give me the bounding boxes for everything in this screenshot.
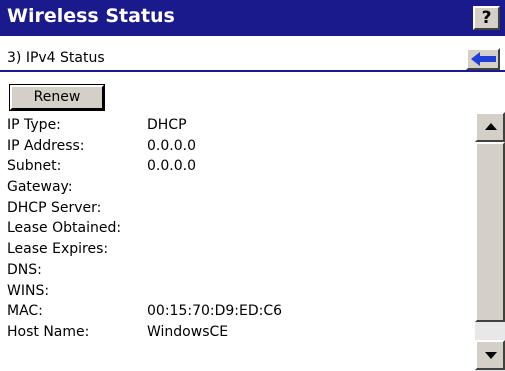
scroll-up-button[interactable] [475,112,505,142]
arrow-down-icon [485,352,497,359]
scroll-down-button[interactable] [475,340,505,370]
field-value: DHCP [147,117,187,133]
field-value: 0.0.0.0 [147,158,196,175]
window-title: Wireless Status [7,5,175,27]
field-value: WindowsCE [147,323,229,340]
arrow-up-icon [485,123,497,130]
field-label: Gateway: [7,179,73,196]
field-label: Lease Obtained: [7,220,122,237]
page-title: 3) IPv4 Status [7,50,105,66]
renew-button[interactable]: Renew [9,84,105,111]
field-label: Host Name: [7,323,90,340]
back-button[interactable] [466,48,500,70]
field-label: DNS: [7,261,42,278]
arrow-left-icon [471,52,496,66]
page-subheader: 3) IPv4 Status [0,47,505,69]
field-label: Subnet: [7,158,62,175]
field-value: 00:15:70:D9:ED:C6 [147,303,283,320]
field-label: IP Address: [7,137,85,154]
field-label: DHCP Server: [7,199,102,216]
title-bar: Wireless Status ? [0,0,505,36]
field-label: Lease Expires: [7,241,109,258]
field-label: WINS: [7,282,50,299]
subheader-divider [0,70,505,72]
vertical-scrollbar[interactable] [475,112,505,371]
scrollbar-thumb[interactable] [475,142,505,322]
field-value: 0.0.0.0 [147,137,196,154]
help-button[interactable]: ? [473,6,500,30]
field-label: IP Type: [7,117,61,133]
field-label: MAC: [7,303,43,320]
